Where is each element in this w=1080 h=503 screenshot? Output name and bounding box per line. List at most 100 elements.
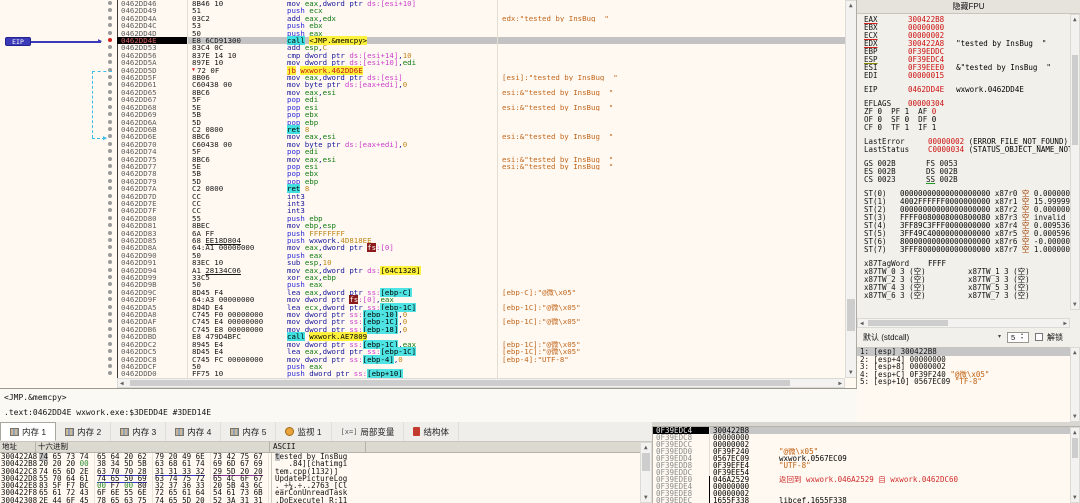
breakpoint-gutter[interactable] — [0, 259, 117, 266]
tab-内存 4[interactable]: 内存 4 — [166, 422, 221, 441]
scrollbar-thumb[interactable] — [130, 380, 790, 386]
scroll-right-icon[interactable]: ▶ — [838, 381, 842, 387]
breakpoint-gutter[interactable] — [0, 170, 117, 177]
breakpoint-dot[interactable] — [108, 97, 112, 101]
breakpoint-dot[interactable] — [108, 112, 112, 116]
breakpoint-gutter[interactable] — [0, 289, 117, 296]
breakpoint-dot[interactable] — [108, 238, 112, 242]
register-row[interactable]: ST(7)3FFF8000000000000000 x87r7 空 1.0000… — [857, 246, 1070, 254]
scroll-up-icon[interactable]: ▲ — [849, 3, 853, 9]
breakpoint-dot[interactable] — [108, 164, 112, 168]
stack-vertical-scrollbar[interactable]: ▲ ▼ — [1070, 427, 1080, 503]
breakpoint-dot[interactable] — [108, 45, 112, 49]
breakpoint-gutter[interactable] — [0, 74, 117, 81]
breakpoint-dot[interactable] — [108, 149, 112, 153]
breakpoint-dot[interactable] — [108, 305, 112, 309]
breakpoint-gutter[interactable] — [0, 244, 117, 251]
breakpoint-gutter[interactable] — [0, 156, 117, 163]
breakpoint-gutter[interactable] — [0, 274, 117, 281]
argument-row[interactable]: 5: [esp+10] 0567EC09 "TF-8" — [857, 378, 1070, 386]
scroll-left-icon[interactable]: ◀ — [120, 381, 124, 387]
tab-内存 1[interactable]: 内存 1 — [0, 422, 56, 441]
breakpoint-dot[interactable] — [108, 1, 112, 5]
breakpoint-dot[interactable] — [108, 216, 112, 220]
breakpoint-dot[interactable] — [108, 268, 112, 272]
breakpoint-gutter[interactable] — [0, 30, 117, 37]
breakpoint-dot[interactable] — [108, 75, 112, 79]
breakpoint-dot[interactable] — [108, 134, 112, 138]
disasm-row[interactable]: 0462DDD0FF75 10push dword ptr ss:[ebp+10… — [0, 370, 856, 377]
registers-pane[interactable]: 隐藏FPU EAX300422B8EBX00000000ECX00000002E… — [857, 0, 1080, 422]
breakpoint-gutter[interactable] — [0, 304, 117, 311]
breakpoint-gutter[interactable] — [0, 178, 117, 185]
scrollbar-thumb[interactable] — [1072, 438, 1078, 458]
scrollbar-thumb[interactable] — [847, 299, 855, 331]
breakpoint-gutter[interactable] — [0, 81, 117, 88]
stack-value[interactable]: 1655F338 — [709, 497, 769, 503]
tab-监视 1[interactable]: 监视 1 — [276, 422, 331, 441]
breakpoint-gutter[interactable] — [0, 252, 117, 259]
dump-vertical-scrollbar[interactable]: ▲ ▼ — [640, 442, 652, 503]
breakpoint-gutter[interactable] — [0, 126, 117, 133]
breakpoint-dot[interactable] — [108, 312, 112, 316]
scrollbar-thumb[interactable] — [868, 320, 948, 326]
arguments-vertical-scrollbar[interactable]: ▲ ▼ — [1070, 347, 1080, 422]
breakpoint-dot[interactable] — [108, 23, 112, 27]
scroll-right-icon[interactable]: ▶ — [1063, 321, 1067, 327]
breakpoint-gutter[interactable] — [0, 200, 117, 207]
scroll-up-icon[interactable]: ▲ — [1073, 17, 1077, 23]
dump-hex-bytes[interactable]: 2E 44 6F 4578 65 63 7574 65 5D 2052 3A 3… — [37, 497, 271, 503]
tab-局部变量[interactable]: [x=]局部变量 — [332, 422, 405, 441]
breakpoint-dot[interactable] — [108, 260, 112, 264]
register-row[interactable]: LastStatusC0000034 (STATUS_OBJECT_NAME_N… — [857, 146, 1070, 154]
unlock-checkbox[interactable] — [1035, 333, 1043, 341]
tab-结构体[interactable]: 结构体 — [404, 422, 459, 441]
breakpoint-gutter[interactable] — [0, 296, 117, 303]
tab-内存 5[interactable]: 内存 5 — [221, 422, 276, 441]
scroll-down-icon[interactable]: ▼ — [1073, 414, 1077, 420]
register-row[interactable]: CS 0023SS 002B — [857, 176, 1070, 184]
breakpoint-dot[interactable] — [108, 297, 112, 301]
disasm-vertical-scrollbar[interactable]: ▲ ▼ — [845, 0, 857, 378]
breakpoint-dot[interactable] — [108, 186, 112, 190]
register-row[interactable]: EBP0F39EDDC — [857, 48, 1070, 56]
register-row[interactable]: x87TW_6 3 (空)x87TW_7 3 (空) — [857, 292, 1070, 300]
breakpoint-gutter[interactable] — [0, 193, 117, 200]
instruction-cell[interactable]: push dword ptr ss:[ebp+10] — [283, 370, 497, 377]
breakpoint-dot[interactable] — [108, 290, 112, 294]
breakpoint-dot[interactable] — [108, 253, 112, 257]
breakpoint-gutter[interactable] — [0, 311, 117, 318]
breakpoint-dot[interactable] — [108, 120, 112, 124]
instruction-cell[interactable]: ret 8 — [283, 185, 497, 192]
breakpoint-dot[interactable] — [108, 105, 112, 109]
breakpoint-gutter[interactable] — [0, 318, 117, 325]
scroll-down-icon[interactable]: ▼ — [644, 495, 648, 501]
scrollbar-thumb[interactable] — [1072, 55, 1078, 145]
breakpoint-dot[interactable] — [108, 245, 112, 249]
register-row[interactable]: EBX00000000 — [857, 24, 1070, 32]
breakpoint-gutter[interactable] — [0, 0, 117, 7]
scroll-up-icon[interactable]: ▲ — [1073, 430, 1077, 436]
breakpoint-gutter[interactable] — [0, 341, 117, 348]
breakpoint-dot[interactable] — [108, 319, 112, 323]
calling-convention-select[interactable]: 默认 (stdcall) — [857, 333, 909, 342]
scrollbar-thumb[interactable] — [642, 453, 650, 471]
register-row[interactable]: ESI0F39EEE0&"tested by InsBug " — [857, 64, 1070, 72]
args-count-spinner[interactable]: 5 ▴▾ — [1007, 332, 1029, 343]
spinner-arrows-icon[interactable]: ▴▾ — [1021, 332, 1027, 340]
breakpoint-gutter[interactable] — [0, 15, 117, 22]
breakpoint-gutter[interactable] — [0, 96, 117, 103]
breakpoint-gutter[interactable] — [0, 326, 117, 333]
breakpoint-gutter[interactable] — [0, 230, 117, 237]
chevron-down-icon[interactable]: ▾ — [998, 330, 1001, 345]
breakpoint-gutter[interactable] — [0, 111, 117, 118]
breakpoint-gutter[interactable] — [0, 104, 117, 111]
address-cell[interactable]: 0462DDD0 — [117, 370, 187, 377]
breakpoint-dot[interactable] — [108, 31, 112, 35]
register-row[interactable]: EDX300422A8"tested by InsBug " — [857, 40, 1070, 48]
breakpoint-dot[interactable] — [108, 201, 112, 205]
scroll-down-icon[interactable]: ▼ — [1073, 302, 1077, 308]
register-row[interactable]: EAX300422B8 — [857, 16, 1070, 24]
stack-pane[interactable]: 0F39EDC4300422B80F39EDC8000000000F39EDCC… — [652, 426, 1080, 503]
tab-内存 3[interactable]: 内存 3 — [111, 422, 166, 441]
